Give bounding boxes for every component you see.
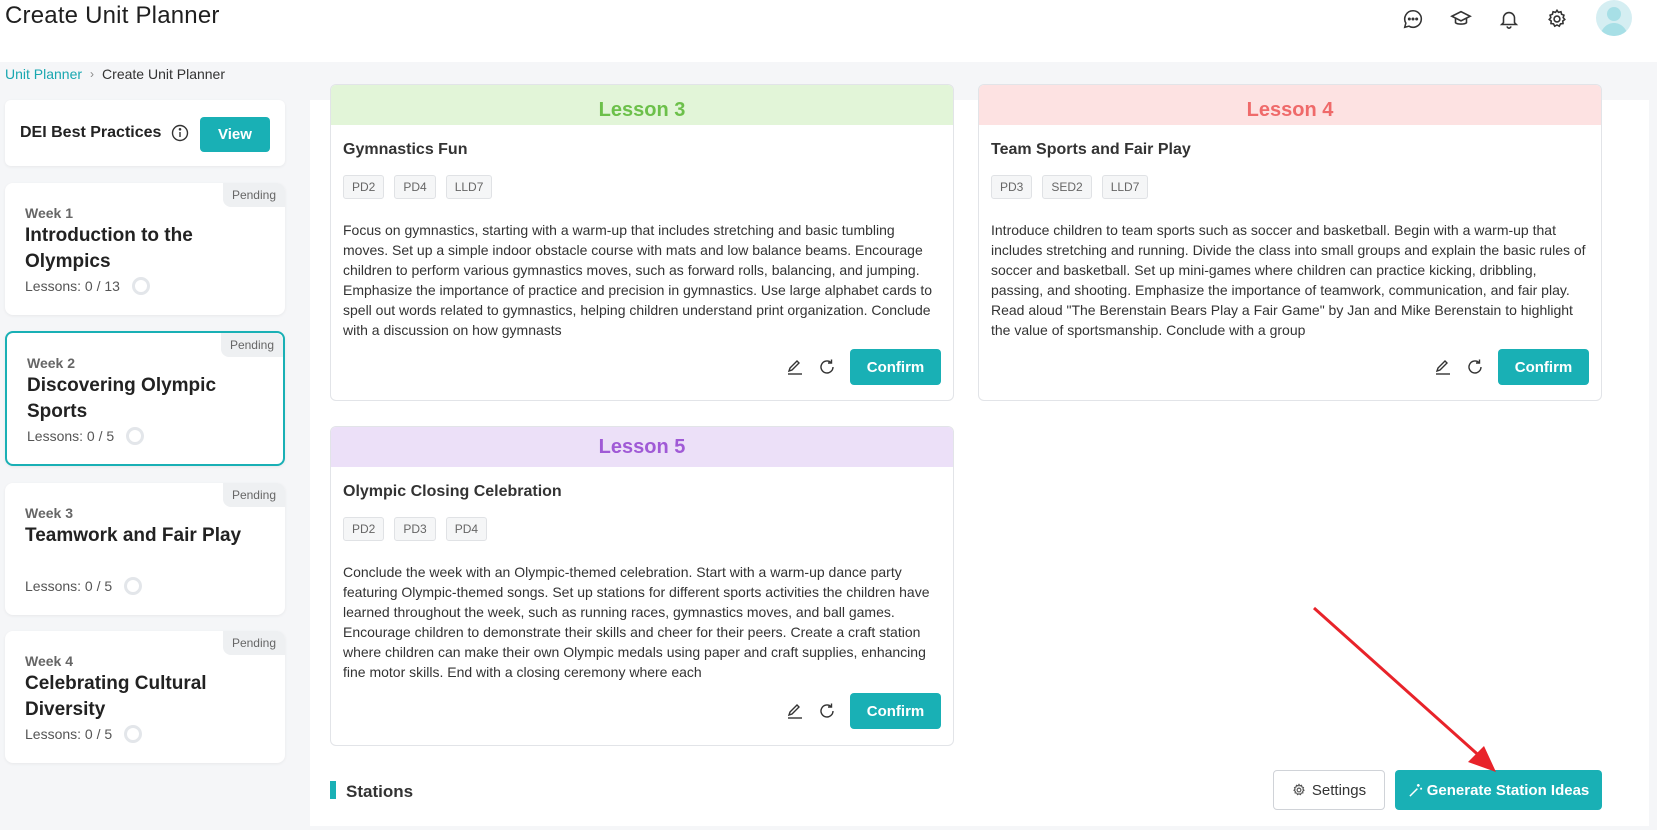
edit-icon[interactable]	[786, 358, 804, 376]
dei-best-practices-card: DEI Best Practices View	[5, 100, 285, 166]
lesson-name: Gymnastics Fun	[343, 141, 468, 158]
week-label: Week 2	[27, 355, 75, 371]
page-title: Create Unit Planner	[5, 2, 220, 29]
stations-accent-bar	[330, 781, 336, 799]
progress-ring-icon	[124, 577, 143, 595]
chat-icon[interactable]	[1400, 6, 1426, 32]
week-title: Discovering Olympic Sports	[27, 375, 217, 422]
breadcrumb-link-unit-planner[interactable]: Unit Planner	[5, 66, 82, 82]
week-lessons-count: Lessons: 0 / 5	[25, 578, 113, 594]
week-label: Week 3	[25, 505, 73, 521]
week-lessons: Lessons: 0 / 5	[25, 725, 143, 743]
status-badge: Pending	[222, 183, 285, 207]
tag: PD2	[343, 517, 385, 541]
tag: PD2	[343, 175, 385, 199]
tag-list: PD2 PD3 PD4	[343, 517, 488, 541]
gear-icon	[1293, 783, 1305, 796]
lesson-actions: Confirm	[786, 349, 941, 385]
week-title: Celebrating Cultural Diversity	[25, 673, 207, 720]
gear-icon[interactable]	[1544, 6, 1570, 32]
week-lessons-count: Lessons: 0 / 13	[25, 278, 120, 294]
week-label: Week 1	[25, 205, 73, 221]
sidebar-week-4[interactable]: Pending Week 4 Celebrating Cultural Dive…	[5, 631, 285, 763]
sidebar-week-1[interactable]: Pending Week 1 Introduction to the Olymp…	[5, 183, 285, 315]
week-lessons-count: Lessons: 0 / 5	[25, 726, 113, 742]
confirm-button[interactable]: Confirm	[850, 693, 941, 729]
confirm-button[interactable]: Confirm	[1498, 349, 1589, 385]
tag: PD4	[394, 175, 436, 199]
breadcrumb: Unit Planner › Create Unit Planner	[5, 66, 225, 82]
settings-label: Settings	[1311, 781, 1367, 799]
regenerate-icon[interactable]	[1466, 358, 1484, 376]
week-lessons-count: Lessons: 0 / 5	[27, 428, 115, 444]
status-badge: Pending	[220, 333, 283, 357]
info-icon[interactable]	[171, 124, 189, 142]
chevron-right-icon: ›	[90, 67, 95, 81]
lesson-header: Lesson 4	[979, 85, 1601, 125]
tag: PD3	[991, 175, 1033, 199]
tag: LLD7	[445, 175, 493, 199]
week-title: Teamwork and Fair Play	[25, 525, 242, 546]
dei-view-button[interactable]: View	[200, 117, 270, 152]
progress-ring-icon	[124, 725, 143, 743]
tag: PD3	[394, 517, 436, 541]
lesson-description: Conclude the week with an Olympic-themed…	[343, 564, 930, 680]
lesson-name: Olympic Closing Celebration	[343, 483, 562, 500]
week-lessons: Lessons: 0 / 5	[25, 577, 143, 595]
edit-icon[interactable]	[1434, 358, 1452, 376]
tag-list: PD2 PD4 LLD7	[343, 175, 493, 199]
tag: LLD7	[1101, 175, 1149, 199]
week-lessons: Lessons: 0 / 5	[27, 427, 145, 445]
generate-station-ideas-button[interactable]: Generate Station Ideas	[1395, 770, 1602, 810]
lesson-actions: Confirm	[786, 693, 941, 729]
lesson-description: Focus on gymnastics, starting with a war…	[343, 222, 933, 338]
progress-ring-icon	[131, 277, 150, 295]
stations-title: Stations	[346, 782, 414, 801]
app-header: Create Unit Planner	[0, 0, 1657, 62]
avatar[interactable]	[1596, 0, 1632, 36]
progress-ring-icon	[126, 427, 145, 445]
settings-button[interactable]: Settings	[1273, 770, 1385, 810]
sidebar-week-3[interactable]: Pending Week 3 Teamwork and Fair Play Le…	[5, 483, 285, 615]
week-lessons: Lessons: 0 / 13	[25, 277, 150, 295]
breadcrumb-current: Create Unit Planner	[102, 66, 225, 82]
lesson-header: Lesson 5	[331, 427, 953, 467]
lesson-description: Introduce children to team sports such a…	[991, 222, 1586, 338]
lesson-card-4: Lesson 4 Team Sports and Fair Play PD3 S…	[978, 84, 1602, 401]
status-badge: Pending	[222, 483, 285, 507]
generate-label: Generate Station Ideas	[1426, 781, 1590, 799]
lesson-card-5: Lesson 5 Olympic Closing Celebration PD2…	[330, 426, 954, 746]
lesson-actions: Confirm	[1434, 349, 1589, 385]
tag-list: PD3 SED2 LLD7	[991, 175, 1149, 199]
confirm-button[interactable]: Confirm	[850, 349, 941, 385]
status-badge: Pending	[222, 631, 285, 655]
sidebar-week-2[interactable]: Pending Week 2 Discovering Olympic Sport…	[5, 331, 285, 466]
dei-title: DEI Best Practices	[20, 124, 162, 141]
lesson-card-3: Lesson 3 Gymnastics Fun PD2 PD4 LLD7 Foc…	[330, 84, 954, 401]
tag: PD4	[445, 517, 488, 541]
graduation-cap-icon[interactable]	[1448, 6, 1474, 32]
bell-icon[interactable]	[1496, 6, 1522, 32]
edit-icon[interactable]	[786, 702, 804, 720]
week-title: Introduction to the Olympics	[25, 225, 193, 272]
regenerate-icon[interactable]	[818, 358, 836, 376]
lesson-header: Lesson 3	[331, 85, 953, 125]
lesson-name: Team Sports and Fair Play	[991, 141, 1191, 158]
regenerate-icon[interactable]	[818, 702, 836, 720]
tag: SED2	[1042, 175, 1092, 199]
week-label: Week 4	[25, 653, 73, 669]
magic-wand-icon	[1409, 783, 1422, 797]
